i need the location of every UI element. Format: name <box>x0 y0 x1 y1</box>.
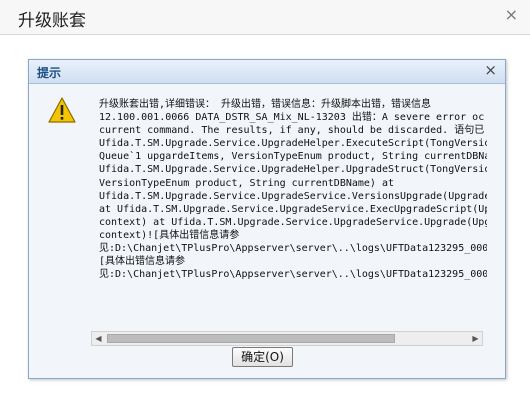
message-line: context)![具体出错信息请参 <box>99 229 240 241</box>
message-line: Ufida.T.SM.Upgrade.Service.UpgradeHelper… <box>99 138 487 150</box>
dialog-titlebar: 提示 × <box>29 60 505 84</box>
error-dialog: 提示 × 升级账套出错,详细错误： 升级出错，错误信息：升级脚本出错，错误信息 1… <box>28 59 506 379</box>
message-line: at Ufida.T.SM.Upgrade.Service.UpgradeSer… <box>99 203 487 215</box>
dialog-title: 提示 <box>37 66 62 80</box>
warning-icon <box>48 97 76 123</box>
message-line: 升级账套出错,详细错误： 升级出错，错误信息：升级脚本出错，错误信息 <box>99 99 432 110</box>
message-line: context) at Ufida.T.SM.Upgrade.Service.U… <box>99 216 487 228</box>
scroll-right-icon[interactable]: ▶ <box>469 332 482 345</box>
message-line: Ufida.T.SM.Upgrade.Service.UpgradeServic… <box>99 190 487 202</box>
dialog-close-icon[interactable]: × <box>484 61 497 79</box>
message-line: [具体出错信息请参 <box>99 256 186 268</box>
error-message: 升级账套出错,详细错误： 升级出错，错误信息：升级脚本出错，错误信息 12.100… <box>99 98 487 296</box>
message-line: VersionTypeEnum product, String currentD… <box>99 177 395 189</box>
window-title: 升级账套 <box>18 11 86 31</box>
ok-button[interactable]: 确定(O) <box>232 347 293 367</box>
horizontal-scrollbar[interactable]: ◀ ▶ <box>91 331 483 346</box>
scroll-left-icon[interactable]: ◀ <box>92 332 105 345</box>
message-line: Queue`1 upgardeItems, VersionTypeEnum pr… <box>99 151 487 163</box>
message-line: Ufida.T.SM.Upgrade.Service.UpgradeHelper… <box>99 164 487 176</box>
message-line: 见:D:\Chanjet\TPlusPro\Appserver\server\.… <box>99 269 487 281</box>
message-line: 12.100.001.0066 DATA_DSTR_SA_Mix_NL-1320… <box>99 112 485 124</box>
message-line: 见:D:\Chanjet\TPlusPro\Appserver\server\.… <box>99 243 487 255</box>
message-line: current command. The results, if any, sh… <box>99 125 485 137</box>
window-close-icon[interactable]: × <box>505 5 518 24</box>
scrollbar-thumb[interactable] <box>107 334 395 343</box>
